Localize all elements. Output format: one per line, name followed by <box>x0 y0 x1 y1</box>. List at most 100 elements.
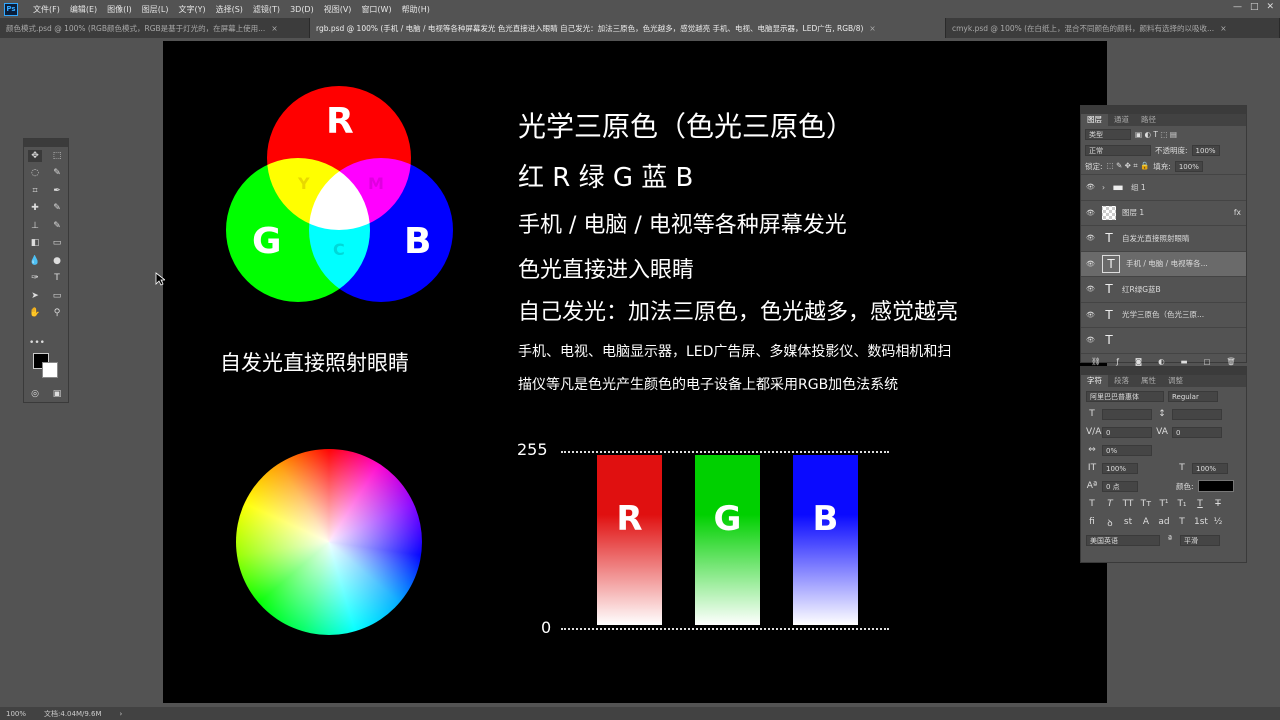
faux-italic-icon[interactable]: T <box>1104 499 1116 509</box>
gradient-icon[interactable]: ▭ <box>50 237 64 249</box>
kerning-input[interactable]: 0 <box>1102 426 1152 438</box>
zoom-level[interactable]: 100% <box>6 710 26 718</box>
tools-panel-header[interactable] <box>24 139 68 147</box>
tab-layers[interactable]: 图层 <box>1081 114 1108 126</box>
ordinals-icon[interactable]: T <box>1176 517 1188 527</box>
tab-document-rgb[interactable]: rgb.psd @ 100% (手机 / 电脑 / 电视等各种屏幕发光 色光直接… <box>310 18 946 38</box>
font-family-select[interactable]: 阿里巴巴普惠体 <box>1086 390 1164 402</box>
type-icon[interactable]: T <box>50 272 64 284</box>
adjustment-icon[interactable]: ◐ <box>1158 357 1165 366</box>
menu-edit[interactable]: 编辑(E) <box>65 4 102 15</box>
tab-document-color-mode[interactable]: 颜色模式.psd @ 100% (RGB颜色模式，RGB是基于灯光的，在屏幕上使… <box>0 18 310 38</box>
layer-row[interactable]: 👁 T 红R绿G蓝B <box>1081 276 1246 302</box>
menu-image[interactable]: 图像(I) <box>102 4 137 15</box>
tsume-input[interactable]: 0% <box>1102 444 1152 456</box>
visibility-eye-icon[interactable]: 👁 <box>1086 234 1096 242</box>
horizontal-scale-input[interactable]: 100% <box>1192 462 1228 474</box>
brush-icon[interactable]: ✎ <box>50 202 64 214</box>
menu-view[interactable]: 视图(V) <box>319 4 357 15</box>
superscript-icon[interactable]: T¹ <box>1158 499 1170 509</box>
tab-character[interactable]: 字符 <box>1081 375 1108 387</box>
zoom-icon[interactable]: ⚲ <box>50 307 64 319</box>
stylistic-alternates-icon[interactable]: A <box>1140 517 1152 527</box>
path-select-icon[interactable]: ➤ <box>28 290 42 302</box>
antialias-select[interactable]: 平滑 <box>1180 534 1220 546</box>
tab-adjustments[interactable]: 调整 <box>1162 375 1189 387</box>
baseline-shift-input[interactable]: 0 点 <box>1102 480 1138 492</box>
visibility-eye-icon[interactable]: 👁 <box>1086 260 1096 268</box>
background-color-swatch[interactable] <box>42 362 58 378</box>
menu-filter[interactable]: 滤镜(T) <box>248 4 285 15</box>
document-canvas[interactable]: R G B Y M C 自发光直接照射眼睛 光学三原色（色光三原色） 红 R 绿… <box>163 41 1107 703</box>
eyedropper-icon[interactable]: ✒ <box>50 185 64 197</box>
swash-icon[interactable]: st <box>1122 517 1134 527</box>
menu-layer[interactable]: 图层(L) <box>137 4 174 15</box>
visibility-eye-icon[interactable]: 👁 <box>1086 311 1096 319</box>
fill-input[interactable]: 100% <box>1174 160 1203 172</box>
opacity-input[interactable]: 100% <box>1191 144 1220 156</box>
add-mask-icon[interactable]: ◙ <box>1135 357 1142 366</box>
visibility-eye-icon[interactable]: 👁 <box>1086 209 1096 217</box>
hand-icon[interactable]: ✋ <box>28 307 42 319</box>
subscript-icon[interactable]: T₁ <box>1176 499 1188 509</box>
filter-icons[interactable]: ▣ ◐ T ⬚ ▤ <box>1135 130 1177 139</box>
all-caps-icon[interactable]: TT <box>1122 499 1134 509</box>
more-tools-icon[interactable]: ••• <box>29 337 45 349</box>
tab-channels[interactable]: 通道 <box>1108 114 1135 126</box>
stamp-icon[interactable]: ⊥ <box>28 220 42 232</box>
close-tab-icon[interactable]: × <box>869 24 875 33</box>
visibility-eye-icon[interactable]: 👁 <box>1086 183 1096 191</box>
close-tab-icon[interactable]: × <box>271 24 277 33</box>
delete-layer-icon[interactable]: 🗑 <box>1226 357 1236 366</box>
ligature-icon[interactable]: fi <box>1086 517 1098 527</box>
rectangle-icon[interactable]: ▭ <box>50 290 64 302</box>
layers-panel-header[interactable] <box>1081 106 1246 114</box>
layer-row[interactable]: 👁 图层 1 fx <box>1081 199 1246 226</box>
titling-icon[interactable]: ad <box>1158 517 1170 527</box>
lasso-icon[interactable]: ◌ <box>28 167 42 179</box>
font-style-select[interactable]: Regular <box>1168 390 1218 402</box>
dodge-icon[interactable]: ● <box>50 255 64 267</box>
fractions-icon[interactable]: ½ <box>1212 517 1224 527</box>
leading-input[interactable] <box>1172 408 1222 420</box>
tab-paragraph[interactable]: 段落 <box>1108 375 1135 387</box>
new-layer-icon[interactable]: ▢ <box>1203 357 1210 366</box>
move-icon[interactable]: ✥ <box>28 149 42 162</box>
underline-icon[interactable]: T <box>1194 499 1206 509</box>
ordinal-number-icon[interactable]: 1st <box>1194 517 1208 527</box>
layer-row[interactable]: 👁 T 手机 / 电脑 / 电视等各... <box>1081 250 1246 276</box>
eraser-icon[interactable]: ◧ <box>28 237 42 249</box>
blur-icon[interactable]: 💧 <box>28 255 42 267</box>
pen-icon[interactable]: ✑ <box>28 272 42 284</box>
layer-row[interactable]: 👁 T 光学三原色（色光三原... <box>1081 301 1246 328</box>
tab-paths[interactable]: 路径 <box>1135 114 1162 126</box>
discretionary-ligature-icon[interactable]: ꝺ <box>1104 516 1116 529</box>
language-select[interactable]: 美国英语 <box>1086 534 1160 546</box>
menu-select[interactable]: 选择(S) <box>211 4 248 15</box>
text-color-swatch[interactable] <box>1197 480 1234 492</box>
tab-document-cmyk[interactable]: cmyk.psd @ 100% (在白纸上，混合不同颜色的颜料，颜料有选择的以吸… <box>946 18 1280 38</box>
vertical-scale-input[interactable]: 100% <box>1102 462 1138 474</box>
visibility-eye-icon[interactable]: 👁 <box>1086 336 1096 344</box>
character-panel-header[interactable] <box>1081 367 1246 375</box>
menu-window[interactable]: 窗口(W) <box>356 4 396 15</box>
crop-icon[interactable]: ⌗ <box>28 185 42 197</box>
tab-properties[interactable]: 属性 <box>1135 375 1162 387</box>
lock-icons[interactable]: ⬚ ✎ ✥ ⌗ 🔒 <box>1107 161 1150 171</box>
layer-row[interactable]: 👁 T <box>1081 327 1246 353</box>
close-button[interactable]: ✕ <box>1266 2 1274 12</box>
new-group-icon[interactable]: ▬ <box>1181 357 1188 366</box>
status-menu-arrow-icon[interactable]: › <box>120 710 123 718</box>
tracking-input[interactable]: 0 <box>1172 426 1222 438</box>
quick-select-icon[interactable]: ✎ <box>50 167 64 179</box>
strikethrough-icon[interactable]: T <box>1212 499 1224 509</box>
blend-mode-select[interactable]: 正常 <box>1085 144 1151 156</box>
fx-icon[interactable]: ƒ <box>1116 357 1119 366</box>
quick-mask-icon[interactable]: ◎ <box>28 388 42 400</box>
menu-3d[interactable]: 3D(D) <box>285 5 319 14</box>
small-caps-icon[interactable]: Tт <box>1140 499 1152 509</box>
menu-help[interactable]: 帮助(H) <box>397 4 435 15</box>
font-size-input[interactable] <box>1102 408 1152 420</box>
expand-group-icon[interactable]: › <box>1102 183 1105 192</box>
layer-effects-icon[interactable]: fx <box>1234 208 1241 217</box>
